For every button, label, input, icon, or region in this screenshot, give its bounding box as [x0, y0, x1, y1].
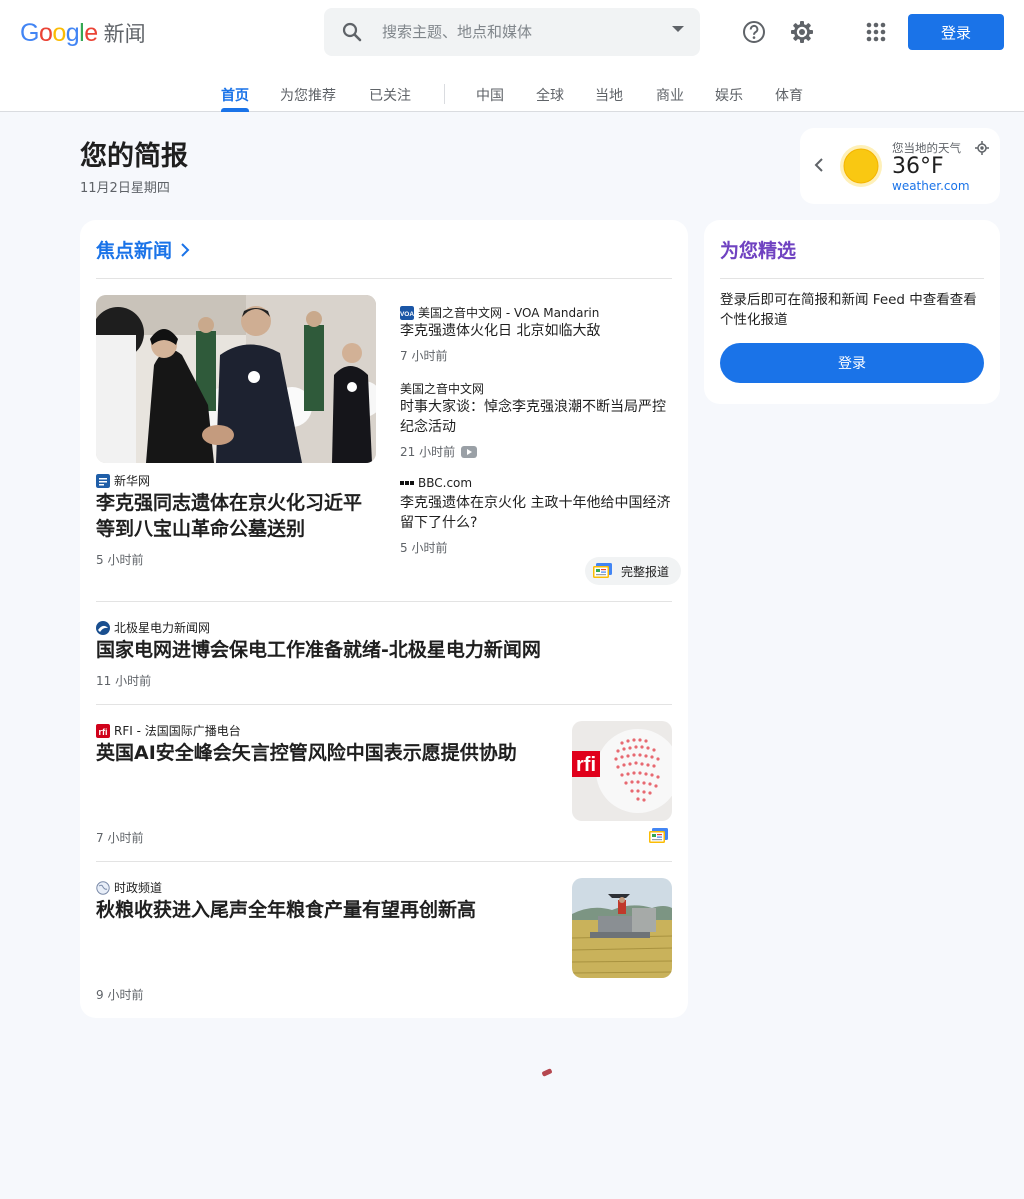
help-icon[interactable] [740, 18, 768, 46]
time-text: 21 小时前 [400, 445, 456, 459]
google-news-logo[interactable]: Google 新闻 [20, 18, 146, 48]
video-icon [461, 445, 478, 458]
for-you-description: 登录后即可在简报和新闻 Feed 中查看查看个性化报道 [720, 292, 977, 328]
rfi-thumb-text: rfi [576, 754, 596, 776]
divider [96, 278, 672, 279]
divider [96, 601, 672, 602]
related-source-2[interactable]: 美国之音中文网 [400, 380, 484, 397]
hero-story-image[interactable] [96, 295, 376, 463]
section-tabs: 首页 为您推荐 已关注 中国 全球 当地 商业 娱乐 体育 [0, 76, 1024, 112]
search-box[interactable] [324, 8, 700, 56]
chevron-right-icon [181, 242, 190, 257]
for-you-signin-button[interactable]: 登录 [720, 343, 984, 383]
tab-following[interactable]: 已关注 [369, 85, 411, 105]
source-name: 美国之音中文网 - VOA Mandarin [418, 306, 600, 320]
related-headline-2[interactable]: 时事大家谈：悼念李克强浪潮不断当局严控纪念活动 [400, 397, 672, 437]
tab-separator [444, 84, 445, 104]
story-time-3: 9 小时前 [96, 988, 144, 1002]
related-source-3[interactable]: BBC.com [400, 476, 472, 490]
story-headline-3[interactable]: 秋粮收获进入尾声全年粮食产量有望再创新高 [96, 897, 476, 923]
divider [96, 861, 672, 862]
related-time-1: 7 小时前 [400, 349, 448, 363]
logo-google-word: Google [20, 18, 98, 47]
story-source-1[interactable]: 北极星电力新闻网 [96, 619, 210, 636]
weather-source-link[interactable]: weather.com [892, 179, 970, 193]
logo-product-name: 新闻 [103, 22, 146, 46]
source-name: 美国之音中文网 [400, 382, 485, 396]
full-coverage-icon [593, 563, 612, 578]
source-name: BBC.com [418, 476, 473, 490]
source-name: RFI - 法国国际广播电台 [114, 724, 241, 738]
briefing-title: 您的简报 [80, 141, 188, 172]
tab-world[interactable]: 全球 [536, 85, 564, 105]
bjx-logo-icon [96, 620, 110, 635]
for-you-card: 为您精选 登录后即可在简报和新闻 Feed 中查看查看个性化报道 登录 [704, 220, 1000, 404]
top-stories-heading[interactable]: 焦点新闻 [96, 236, 192, 263]
story-time-2: 7 小时前 [96, 831, 144, 845]
top-stories-card: 焦点新闻 新华网 李克强同志遗体在京火化习近平等到八宝山革命公墓送别 5 小时前… [80, 220, 688, 1018]
rfi-logo-icon: rfi [96, 723, 110, 738]
svg-text:rfi: rfi [99, 727, 108, 737]
globe-icon [96, 880, 110, 895]
source-name: 北极星电力新闻网 [114, 621, 211, 635]
weather-temperature: 36°F [892, 154, 944, 179]
story-headline-1[interactable]: 国家电网进博会保电工作准备就绪-北极星电力新闻网 [96, 637, 541, 663]
location-icon[interactable] [974, 140, 990, 156]
full-coverage-icon[interactable] [649, 828, 669, 844]
settings-gear-icon[interactable] [788, 18, 816, 46]
related-headline-1[interactable]: 李克强遗体火化日 北京如临大敌 [400, 321, 672, 341]
source-name: 新华网 [114, 474, 151, 488]
xinhua-logo-icon [96, 473, 110, 488]
chevron-left-icon[interactable] [812, 156, 826, 174]
hero-headline[interactable]: 李克强同志遗体在京火化习近平等到八宝山革命公墓送别 [96, 490, 380, 542]
svg-text:VOA: VOA [400, 311, 414, 318]
related-source-1[interactable]: VOA 美国之音中文网 - VOA Mandarin [400, 304, 599, 321]
search-icon[interactable] [340, 20, 364, 44]
related-time-2: 21 小时前 [400, 443, 478, 460]
sunny-weather-icon [840, 145, 882, 187]
hero-time: 5 小时前 [96, 553, 144, 567]
for-you-title: 为您精选 [720, 240, 797, 262]
story-source-3[interactable]: 时政频道 [96, 879, 162, 896]
story-thumbnail-2[interactable]: rfi [572, 721, 672, 821]
tab-local[interactable]: 当地 [595, 85, 623, 105]
related-headline-3[interactable]: 李克强遗体在京火化 主政十年他给中国经济留下了什么? [400, 493, 672, 533]
weather-widget[interactable]: 您当地的天气 36°F weather.com [800, 128, 1000, 204]
full-coverage-button[interactable]: 完整报道 [585, 557, 682, 585]
active-tab-indicator [221, 108, 249, 112]
briefing-date: 11月2日星期四 [80, 181, 170, 196]
story-time-1: 11 小时前 [96, 674, 152, 688]
tab-china[interactable]: 中国 [476, 85, 504, 105]
tab-entertainment[interactable]: 娱乐 [715, 85, 743, 105]
search-dropdown-icon[interactable] [672, 26, 684, 32]
story-headline-2[interactable]: 英国AI安全峰会矢言控管风险中国表示愿提供协助 [96, 740, 546, 766]
hero-source[interactable]: 新华网 [96, 472, 150, 489]
apps-grid-icon[interactable] [862, 18, 890, 46]
tab-business[interactable]: 商业 [656, 85, 684, 105]
tab-sports[interactable]: 体育 [775, 85, 803, 105]
signin-button[interactable]: 登录 [908, 14, 1004, 50]
voa-logo-icon: VOA [400, 305, 414, 320]
tab-for-you[interactable]: 为您推荐 [280, 85, 336, 105]
full-coverage-label: 完整报道 [621, 564, 670, 579]
tab-home[interactable]: 首页 [221, 85, 249, 105]
related-time-3: 5 小时前 [400, 541, 448, 555]
loading-indicator [541, 1068, 553, 1077]
divider [96, 704, 672, 705]
top-stories-title: 焦点新闻 [96, 240, 173, 262]
story-source-2[interactable]: rfi RFI - 法国国际广播电台 [96, 722, 241, 739]
source-name: 时政频道 [114, 881, 163, 895]
top-bar: Google 新闻 登录 首页 为您推荐 已关注 中国 全球 当地 商业 娱乐 … [0, 0, 1024, 112]
story-thumbnail-3[interactable] [572, 878, 672, 978]
search-input[interactable] [382, 20, 652, 44]
divider [720, 278, 984, 279]
bbc-logo-icon [400, 481, 414, 485]
